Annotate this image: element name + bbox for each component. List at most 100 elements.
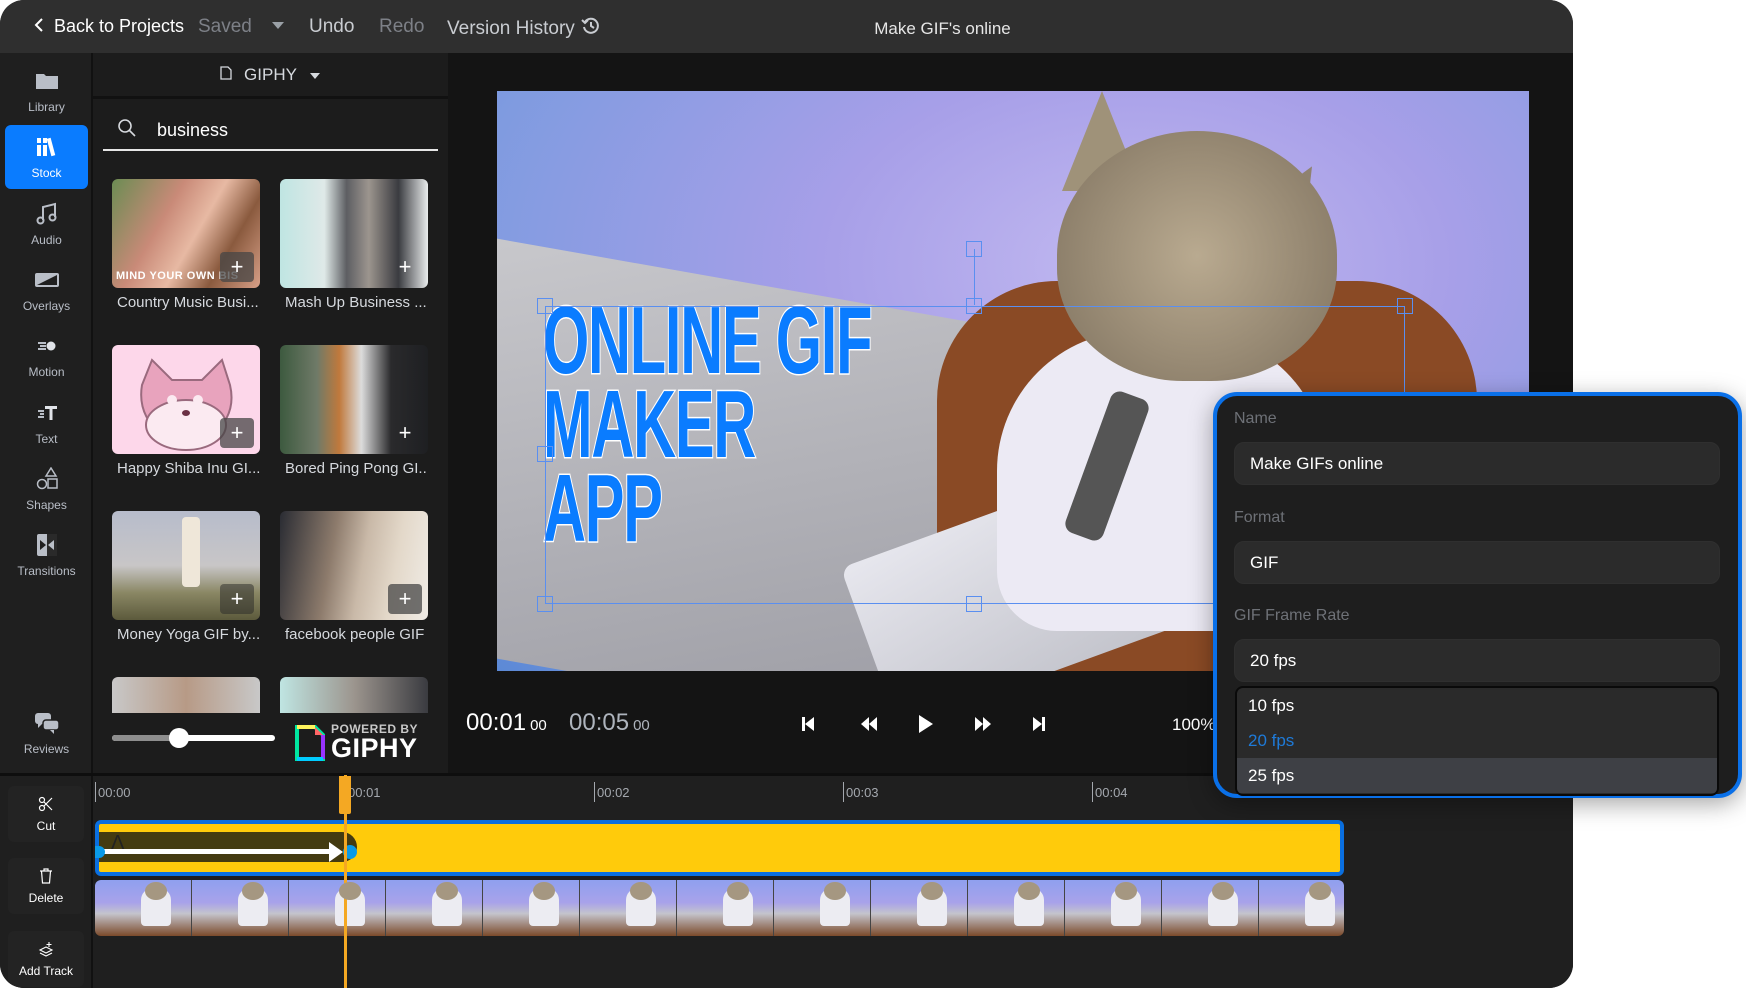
stock-search-bar [103,111,438,151]
rewind-button[interactable] [858,713,880,735]
animation-bar[interactable]: Λ [95,832,357,862]
powered-by-giphy-logo: POWERED BY GIPHY [295,723,418,762]
stock-thumbnail[interactable]: + [280,179,428,288]
sidebar-item-stock[interactable]: Stock [5,125,88,189]
format-field-label: Format [1234,509,1285,526]
text-track-clip[interactable]: Λ [95,820,1344,876]
frame-rate-options-list: 10 fps 20 fps 25 fps [1235,686,1719,796]
stock-panel: GIPHY MIND YOUR OWN BIS + Country Music … [93,53,448,773]
fast-forward-icon [975,717,991,731]
sidebar-item-label: Transitions [17,563,76,578]
trash-icon [38,867,54,887]
video-frame-thumb [580,880,677,936]
delete-button[interactable]: Delete [8,858,84,914]
scissors-icon [38,796,54,815]
add-to-timeline-button[interactable]: + [220,252,254,282]
giphy-icon [295,724,325,761]
video-frame-thumb [871,880,968,936]
stock-search-input[interactable] [157,119,417,141]
sidebar-item-audio[interactable]: Audio [5,192,88,256]
resize-handle-bottom-left[interactable] [537,596,553,612]
books-icon [34,135,60,162]
play-button[interactable] [914,713,936,735]
play-icon [919,715,933,733]
stock-thumbnail[interactable]: + [280,511,428,620]
add-to-timeline-button[interactable]: + [388,584,422,614]
add-to-timeline-button[interactable]: + [220,584,254,614]
resize-handle-bottom[interactable] [966,596,982,612]
stock-result-card[interactable]: + Money Yoga GIF by... [112,511,260,643]
left-sidebar: Library Stock Audio Overlays Motion Text… [0,53,93,773]
rotation-handle[interactable] [966,241,982,257]
sidebar-item-text[interactable]: Text [5,391,88,455]
video-frame-thumb [968,880,1065,936]
zoom-level[interactable]: 100% [1172,715,1215,735]
sidebar-item-reviews[interactable]: Reviews [5,701,88,765]
sidebar-item-label: Overlays [22,298,71,313]
add-layer-icon [38,941,54,960]
stock-source-dropdown[interactable]: GIPHY [93,53,448,99]
stock-thumbnail[interactable]: MIND YOUR OWN BIS + [112,179,260,288]
resize-handle-left[interactable] [537,446,553,462]
resize-handle-top-left[interactable] [537,298,553,314]
frame-rate-option-selected[interactable]: 20 fps [1237,723,1717,758]
animation-start-handle[interactable] [95,846,105,858]
stock-result-card[interactable]: + facebook people GIF [280,511,428,643]
add-to-timeline-button[interactable]: + [388,418,422,448]
thumbnail-size-slider[interactable] [112,728,275,748]
stock-result-card[interactable]: + Happy Shiba Inu GI... [112,345,260,477]
format-select[interactable]: GIF [1234,541,1720,584]
sidebar-item-label: Text [35,431,58,446]
stock-source-label: GIPHY [244,64,297,84]
slider-fill [112,735,178,741]
video-frame-thumb [289,880,386,936]
overlay-icon [34,268,60,295]
stock-thumbnail[interactable]: + [280,345,428,454]
name-field[interactable]: Make GIFs online [1234,442,1720,485]
skip-to-start-button[interactable] [797,713,819,735]
add-to-timeline-button[interactable]: + [220,418,254,448]
fast-forward-button[interactable] [972,713,994,735]
stock-thumbnail[interactable]: + [112,511,260,620]
resize-handle-top[interactable] [966,298,982,314]
sidebar-item-overlays[interactable]: Overlays [5,258,88,322]
thumbnail-figure [182,517,200,587]
add-to-timeline-button[interactable]: + [388,252,422,282]
sidebar-item-label: Library [28,99,65,114]
add-track-button[interactable]: Add Track [8,931,84,987]
stock-result-card[interactable]: + Bored Ping Pong GI... [280,345,428,477]
animation-arrow [103,849,335,854]
stock-thumbnail[interactable] [280,677,428,713]
frame-rate-option[interactable]: 10 fps [1237,688,1717,723]
sidebar-item-library[interactable]: Library [5,59,88,123]
stock-thumbnail[interactable]: + [112,345,260,454]
timeline-tools: Cut Delete Add Track [0,776,93,988]
stock-result-title: Country Music Busi... [117,294,259,311]
sidebar-item-transitions[interactable]: Transitions [5,523,88,587]
sidebar-item-shapes[interactable]: Shapes [5,457,88,521]
cut-button[interactable]: Cut [8,786,84,842]
skip-to-end-button[interactable] [1028,713,1050,735]
stock-result-card[interactable]: MIND YOUR OWN BIS + Country Music Busi..… [112,179,260,311]
frame-rate-option-hovered[interactable]: 25 fps [1237,758,1717,793]
video-frame-thumb [677,880,774,936]
video-frame-thumb [386,880,483,936]
sidebar-item-label: Motion [28,364,65,379]
file-icon [220,65,232,85]
video-frame-thumb [483,880,580,936]
frame-rate-select[interactable]: 20 fps [1234,639,1720,682]
sidebar-item-label: Reviews [23,741,70,756]
stock-thumbnail[interactable] [112,677,260,713]
stock-result-card[interactable]: + Mash Up Business ... [280,179,428,311]
ruler-tick: 00:02 [594,782,630,802]
slider-handle[interactable] [169,728,189,748]
resize-handle-top-right[interactable] [1397,298,1413,314]
video-track-clip[interactable] [95,880,1344,936]
total-time-frames: 00 [633,717,650,734]
current-time: 00:01 00 [466,709,547,737]
sidebar-item-motion[interactable]: Motion [5,324,88,388]
stock-result-card[interactable] [280,677,428,713]
stock-result-card[interactable] [112,677,260,713]
ruler-tick: 00:03 [843,782,879,802]
video-frame-thumb [1065,880,1162,936]
